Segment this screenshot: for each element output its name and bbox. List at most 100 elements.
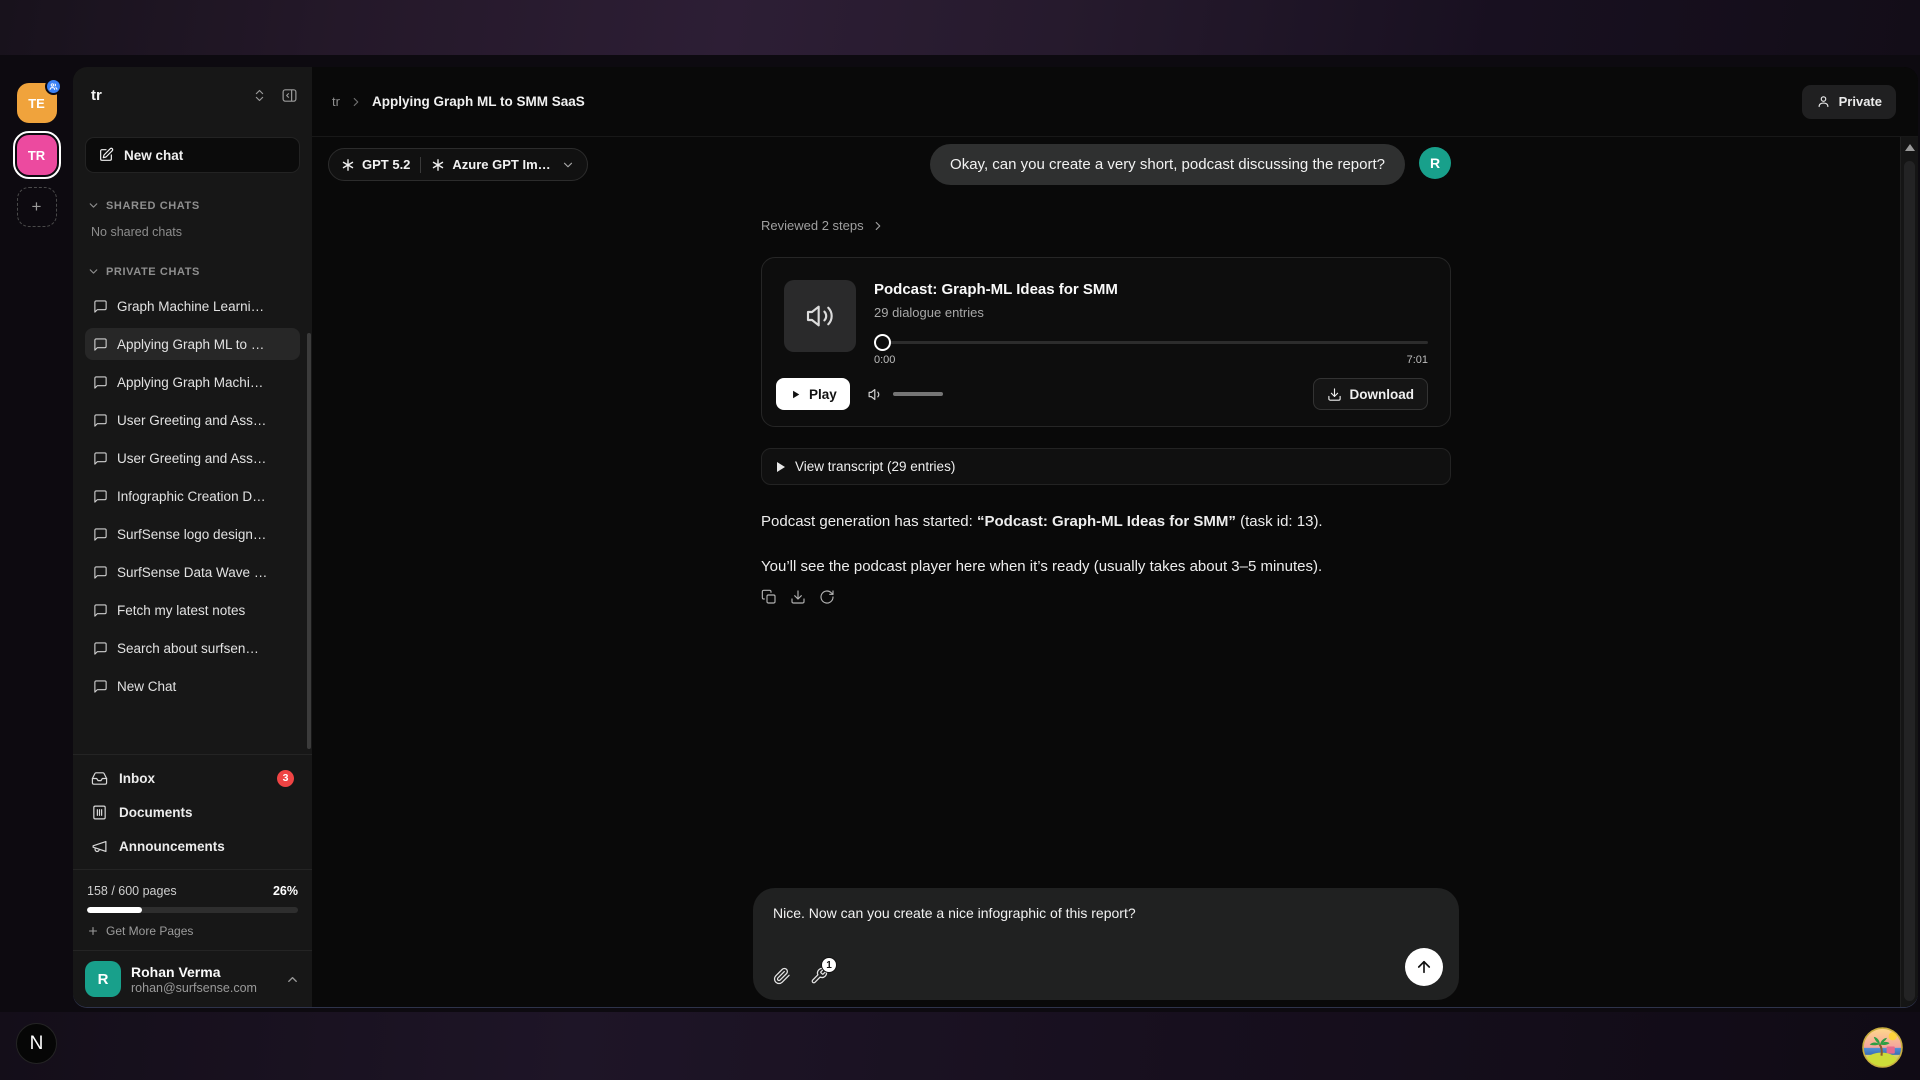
new-chat-button[interactable]: New chat <box>85 137 300 173</box>
scrollbar-thumb[interactable] <box>1904 161 1915 1001</box>
chat-item[interactable]: Search about surfsen… <box>85 632 300 664</box>
chat-item[interactable]: Infographic Creation D… <box>85 480 300 512</box>
podcast-eta-line: You’ll see the podcast player here when … <box>761 558 1451 575</box>
user-message-avatar: R <box>1419 147 1451 179</box>
download-label: Download <box>1350 387 1415 402</box>
message-actions <box>761 589 1451 605</box>
workspace-members-badge <box>45 78 62 95</box>
collapse-sidebar-icon[interactable] <box>281 87 298 104</box>
private-chats-section-header[interactable]: PRIVATE CHATS <box>85 265 300 278</box>
tools-menu-button[interactable]: 1 <box>810 967 828 985</box>
divider <box>420 157 421 173</box>
usage-progress-fill <box>87 907 142 913</box>
volume-slider[interactable] <box>893 392 943 396</box>
download-button[interactable]: Download <box>1313 378 1429 410</box>
chat-item-active[interactable]: Applying Graph ML to … <box>85 328 300 360</box>
model-primary[interactable]: GPT 5.2 <box>341 157 410 172</box>
chat-bubble-icon <box>93 603 108 618</box>
sidebar-item-documents[interactable]: Documents <box>85 795 300 829</box>
shared-chats-section-header[interactable]: SHARED CHATS <box>85 199 300 212</box>
chat-bubble-icon <box>93 375 108 390</box>
sidebar-chat-area: SHARED CHATS No shared chats PRIVATE CHA… <box>73 173 312 754</box>
status-prefix: Podcast generation has started: <box>761 513 977 530</box>
chat-bubble-icon <box>93 679 108 694</box>
message-column: Okay, can you create a very short, podca… <box>761 137 1451 605</box>
reviewed-steps-toggle[interactable]: Reviewed 2 steps <box>761 218 1451 233</box>
send-button[interactable] <box>1405 948 1443 986</box>
status-podcast-name: “Podcast: Graph-ML Ideas for SMM” <box>977 513 1236 530</box>
shared-chats-empty: No shared chats <box>91 225 300 239</box>
chat-item[interactable]: User Greeting and Ass… <box>85 404 300 436</box>
attach-file-icon[interactable] <box>773 967 791 985</box>
window-scrollbar[interactable] <box>1900 137 1918 1007</box>
chat-item-label: Infographic Creation D… <box>117 489 266 504</box>
user-email: rohan@surfsense.com <box>131 981 275 995</box>
chat-item[interactable]: User Greeting and Ass… <box>85 442 300 474</box>
chat-item[interactable]: Applying Graph Machi… <box>85 366 300 398</box>
sidebar-header: tr <box>73 67 312 123</box>
sidebar-nav: Inbox 3 Documents Announcements <box>73 754 312 869</box>
user-icon <box>1816 94 1831 109</box>
copy-icon[interactable] <box>761 589 777 605</box>
podcast-title: Podcast: Graph-ML Ideas for SMM <box>874 281 1118 298</box>
private-chats-label: PRIVATE CHATS <box>106 266 200 278</box>
play-icon <box>789 388 802 401</box>
chat-item-label: Graph Machine Learni… <box>117 299 264 314</box>
chat-item[interactable]: SurfSense Data Wave … <box>85 556 300 588</box>
podcast-artwork <box>784 280 856 352</box>
download-icon[interactable] <box>790 589 806 605</box>
chat-item[interactable]: New Chat <box>85 670 300 702</box>
workspace-switcher-icon[interactable] <box>252 88 267 103</box>
podcast-seek-slider[interactable] <box>874 334 1428 351</box>
sidebar-item-announcements[interactable]: Announcements <box>85 829 300 863</box>
regenerate-icon[interactable] <box>819 589 835 605</box>
app-logo[interactable]: N <box>16 1023 57 1064</box>
model-primary-label: GPT 5.2 <box>362 157 410 172</box>
volume-icon[interactable] <box>867 386 884 403</box>
workspace-tr-label: TR <box>28 148 45 163</box>
chat-item[interactable]: Graph Machine Learni… <box>85 290 300 322</box>
download-icon <box>1327 387 1342 402</box>
documents-label: Documents <box>119 805 193 820</box>
privacy-toggle-button[interactable]: Private <box>1802 85 1896 119</box>
chat-item[interactable]: SurfSense logo design… <box>85 518 300 550</box>
add-workspace-button[interactable]: + <box>17 187 57 227</box>
chat-item-label: Search about surfsen… <box>117 641 259 656</box>
tropical-island-icon[interactable] <box>1862 1027 1903 1068</box>
chat-item-label: User Greeting and Ass… <box>117 451 266 466</box>
seek-knob[interactable] <box>874 334 891 351</box>
app-window: tr New chat SHARED CHATS No shared chats… <box>73 67 1918 1007</box>
breadcrumb-workspace[interactable]: tr <box>332 94 340 109</box>
chat-item[interactable]: Fetch my latest notes <box>85 594 300 626</box>
podcast-subtitle: 29 dialogue entries <box>874 305 984 320</box>
view-transcript-toggle[interactable]: View transcript (29 entries) <box>761 448 1451 485</box>
chevron-down-icon[interactable] <box>561 158 575 172</box>
chat-item-label: User Greeting and Ass… <box>117 413 266 428</box>
user-menu[interactable]: R Rohan Verma rohan@surfsense.com <box>73 950 312 1007</box>
sidebar-item-inbox[interactable]: Inbox 3 <box>85 761 300 795</box>
play-button[interactable]: Play <box>776 378 850 410</box>
chat-item-label: Applying Graph ML to … <box>117 337 264 352</box>
status-suffix: (task id: 13). <box>1236 513 1323 530</box>
desktop-top-band <box>0 0 1920 55</box>
breadcrumb: tr Applying Graph ML to SMM SaaS <box>332 94 585 109</box>
scroll-up-arrow[interactable] <box>1905 144 1915 151</box>
chevron-up-icon <box>285 972 300 987</box>
arrow-up-icon <box>1415 958 1433 976</box>
chat-list: Graph Machine Learni… Applying Graph ML … <box>85 290 300 702</box>
elapsed-time: 0:00 <box>874 354 895 366</box>
announcements-label: Announcements <box>119 839 225 854</box>
model-secondary[interactable]: Azure GPT Im… <box>431 157 550 172</box>
chevron-right-icon <box>349 95 363 109</box>
chat-bubble-icon <box>93 413 108 428</box>
workspace-icon-tr-active[interactable]: TR <box>17 135 57 175</box>
composer-input[interactable]: Nice. Now can you create a nice infograp… <box>773 905 1399 921</box>
chat-list-scrollbar[interactable] <box>307 333 311 749</box>
privacy-label: Private <box>1839 94 1882 109</box>
workspace-te-label: TE <box>28 96 45 111</box>
workspace-icon-te[interactable]: TE <box>17 83 57 123</box>
plus-icon <box>87 925 99 937</box>
chat-bubble-icon <box>93 451 108 466</box>
megaphone-icon <box>91 838 108 855</box>
get-more-pages-button[interactable]: Get More Pages <box>87 924 298 938</box>
